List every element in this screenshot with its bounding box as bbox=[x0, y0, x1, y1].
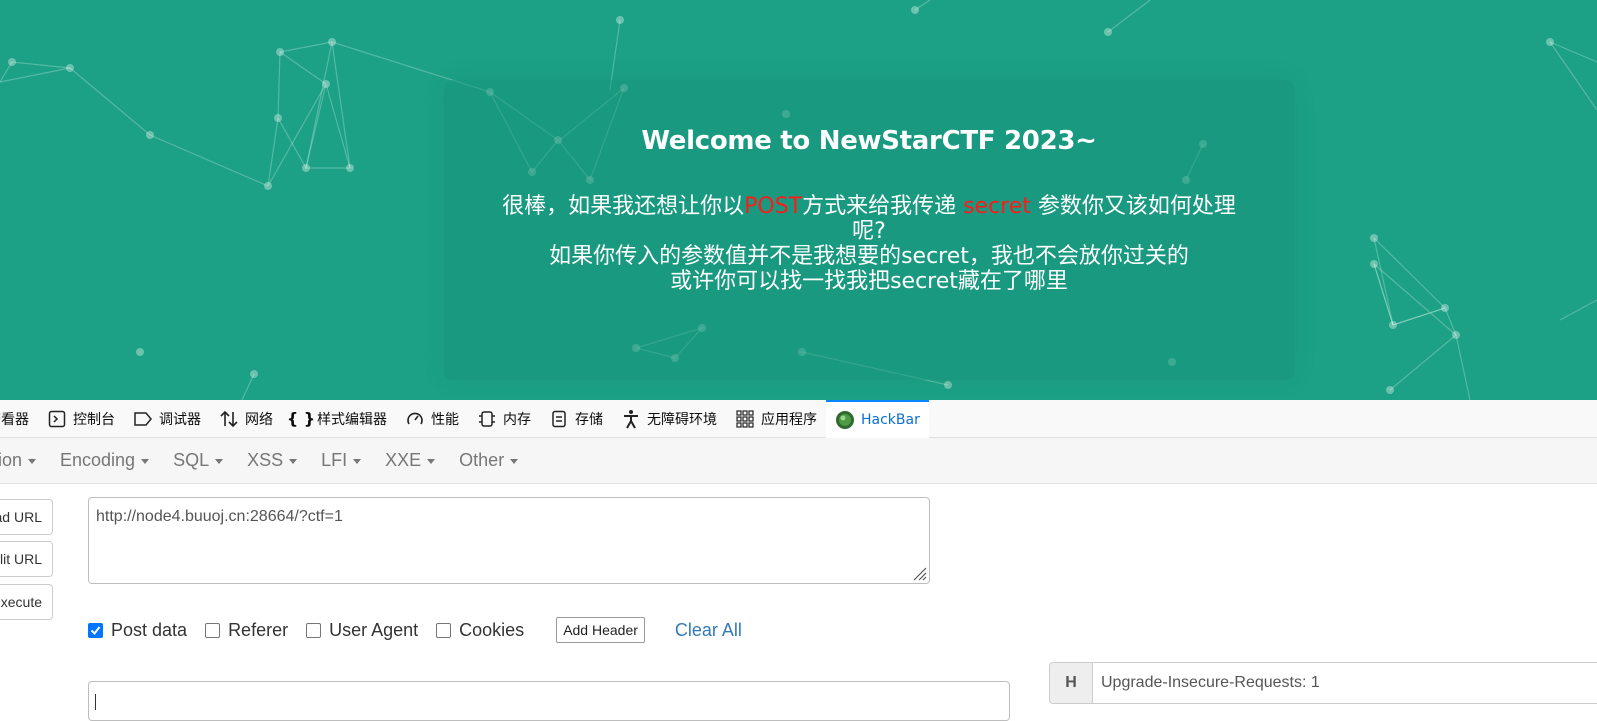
header-entry: H Upgrade-Insecure-Requests: 1 bbox=[1049, 662, 1597, 704]
console-icon bbox=[47, 409, 67, 429]
cookies-label: Cookies bbox=[459, 619, 525, 640]
header-value-input[interactable]: Upgrade-Insecure-Requests: 1 bbox=[1093, 663, 1597, 703]
tab-label-style-editor: 样式编辑器 bbox=[317, 411, 387, 428]
chevron-down-icon bbox=[289, 459, 298, 464]
chevron-down-icon bbox=[28, 459, 36, 464]
menu-xxe[interactable]: XXE bbox=[373, 450, 447, 471]
tab-application[interactable]: 应用程序 bbox=[726, 400, 826, 438]
menu-label-xxe: XXE bbox=[385, 450, 422, 470]
hackbar-icon bbox=[835, 410, 855, 430]
tab-hackbar[interactable]: HackBar bbox=[826, 399, 929, 438]
menu-encoding[interactable]: Encoding bbox=[48, 450, 161, 471]
referer-checkbox[interactable] bbox=[205, 622, 221, 638]
execute-button[interactable]: Execute bbox=[0, 584, 53, 620]
tab-label-memory: 内存 bbox=[503, 411, 531, 428]
tab-console[interactable]: 控制台 bbox=[38, 400, 124, 438]
menu-xss[interactable]: XSS bbox=[235, 450, 309, 471]
message-post-highlight: POST bbox=[744, 194, 803, 219]
menu-lfi[interactable]: LFI bbox=[309, 450, 373, 471]
tab-storage[interactable]: 存储 bbox=[540, 400, 612, 438]
add-header-button[interactable]: Add Header bbox=[556, 617, 645, 643]
message-line3: 或许你可以找一找我把secret藏在了哪里 bbox=[670, 269, 1068, 294]
menu-label-lfi: LFI bbox=[321, 450, 348, 470]
tab-label-console: 控制台 bbox=[73, 411, 115, 428]
menu-label-encryption: Encryption bbox=[0, 450, 22, 470]
page-title: Welcome to NewStarCTF 2023~ bbox=[641, 126, 1097, 156]
menu-label-xss: XSS bbox=[247, 450, 284, 470]
tab-label-performance: 性能 bbox=[431, 411, 459, 428]
user-agent-checkbox[interactable] bbox=[306, 622, 322, 638]
debugger-icon bbox=[133, 409, 153, 429]
tab-inspector[interactable]: 查看器 bbox=[0, 400, 38, 438]
devtools-toolbar: 查看器 控制台 调试器 网络 { } 样式编辑器 性能 内存 bbox=[0, 399, 1597, 438]
cookies-checkbox[interactable] bbox=[436, 622, 452, 638]
text-cursor bbox=[95, 694, 96, 710]
storage-icon bbox=[549, 409, 569, 429]
application-icon bbox=[735, 409, 755, 429]
tab-label-hackbar: HackBar bbox=[861, 411, 920, 428]
chevron-down-icon bbox=[353, 459, 362, 464]
tab-network[interactable]: 网络 bbox=[210, 400, 282, 438]
chevron-down-icon bbox=[510, 459, 519, 464]
tab-label-network: 网络 bbox=[245, 411, 273, 428]
menu-label-sql: SQL bbox=[173, 450, 210, 470]
tab-performance[interactable]: 性能 bbox=[396, 400, 468, 438]
menu-label-other: Other bbox=[459, 450, 505, 470]
tab-debugger[interactable]: 调试器 bbox=[124, 400, 210, 438]
tab-label-storage: 存储 bbox=[575, 411, 603, 428]
challenge-message: 很棒，如果我还想让你以POST方式来给我传递 secret 参数你又该如何处理呢… bbox=[489, 194, 1249, 294]
url-textarea[interactable]: http://node4.buuoj.cn:28664/?ctf=1 bbox=[88, 497, 930, 584]
accessibility-icon bbox=[621, 409, 641, 429]
welcome-card: Welcome to NewStarCTF 2023~ 很棒，如果我还想让你以P… bbox=[444, 80, 1294, 380]
performance-icon bbox=[405, 409, 425, 429]
header-addon-label: H bbox=[1050, 663, 1093, 703]
request-options: Post data Referer User Agent Cookies Add… bbox=[88, 615, 742, 645]
menu-sql[interactable]: SQL bbox=[161, 450, 235, 471]
tab-label-inspector: 查看器 bbox=[0, 411, 29, 428]
message-secret-highlight: secret bbox=[963, 194, 1031, 219]
tab-label-application: 应用程序 bbox=[761, 411, 817, 428]
user-agent-label: User Agent bbox=[329, 619, 419, 640]
tab-style-editor[interactable]: { } 样式编辑器 bbox=[282, 400, 396, 438]
tab-label-debugger: 调试器 bbox=[159, 411, 201, 428]
load-url-button[interactable]: Load URL bbox=[0, 499, 53, 535]
memory-icon bbox=[477, 409, 497, 429]
referer-label: Referer bbox=[228, 619, 289, 640]
web-page-viewport: Welcome to NewStarCTF 2023~ 很棒，如果我还想让你以P… bbox=[0, 0, 1597, 400]
message-line1-mid: 方式来给我传递 bbox=[802, 194, 964, 219]
clear-all-link[interactable]: Clear All bbox=[675, 620, 742, 641]
post-body-textarea[interactable] bbox=[88, 681, 1010, 721]
chevron-down-icon bbox=[141, 459, 150, 464]
post-data-label: Post data bbox=[111, 619, 188, 640]
chevron-down-icon bbox=[427, 459, 436, 464]
post-data-checkbox[interactable] bbox=[88, 622, 103, 638]
message-line2: 如果你传入的参数值并不是我想要的secret，我也不会放你过关的 bbox=[549, 244, 1189, 269]
post-data-option[interactable]: Post data bbox=[88, 620, 187, 641]
network-icon bbox=[219, 409, 239, 429]
menu-label-encoding: Encoding bbox=[60, 450, 136, 470]
chevron-down-icon bbox=[215, 459, 224, 464]
tab-memory[interactable]: 内存 bbox=[468, 400, 540, 438]
user-agent-option[interactable]: User Agent bbox=[306, 620, 418, 641]
message-line1-prefix: 很棒，如果我还想让你以 bbox=[502, 194, 745, 219]
menu-encryption[interactable]: Encryption bbox=[0, 450, 48, 471]
url-value: http://node4.buuoj.cn:28664/?ctf=1 bbox=[96, 508, 343, 525]
cookies-option[interactable]: Cookies bbox=[436, 620, 524, 641]
style-editor-icon: { } bbox=[286, 409, 316, 428]
tab-label-accessibility: 无障碍环境 bbox=[647, 411, 717, 428]
split-url-button[interactable]: Split URL bbox=[0, 541, 53, 577]
resize-handle-icon[interactable] bbox=[911, 565, 927, 581]
tab-accessibility[interactable]: 无障碍环境 bbox=[612, 400, 726, 438]
referer-option[interactable]: Referer bbox=[205, 620, 288, 641]
hackbar-menubar: Encryption Encoding SQL XSS LFI XXE Othe… bbox=[0, 438, 1597, 484]
menu-other[interactable]: Other bbox=[447, 450, 530, 471]
